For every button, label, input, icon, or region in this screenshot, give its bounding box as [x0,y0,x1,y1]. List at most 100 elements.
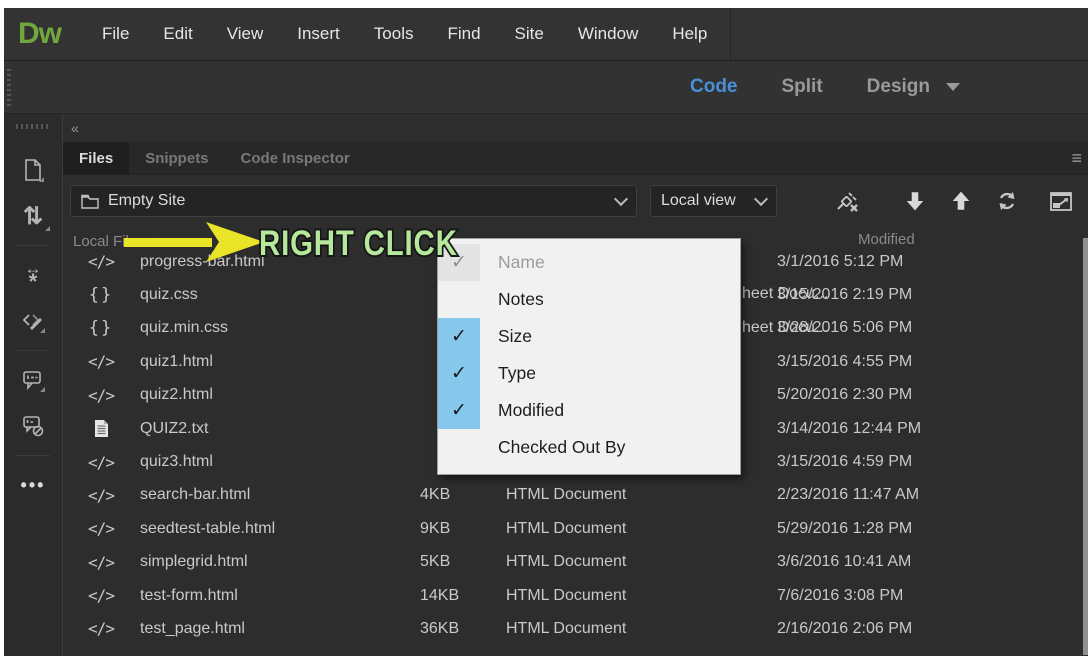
menu-find[interactable]: Find [430,24,497,44]
sidebar-divider [16,455,50,456]
sidebar-divider [16,245,50,246]
code-format-icon[interactable] [4,298,62,344]
code-file-icon: </> [88,519,115,539]
collapse-panel-icon[interactable]: « [71,120,79,136]
css-file-icon: {} [88,318,114,339]
tab-code-inspector[interactable]: Code Inspector [225,142,366,174]
file-type: HTML Document [506,519,627,537]
remove-comment-icon[interactable] [4,403,62,449]
menu-item-notes[interactable]: Notes [438,281,740,318]
menu-item-name: ✓ Name [438,244,740,281]
file-row[interactable]: </> test_page.html 36KB HTML Document 2/… [63,612,1088,645]
menu-bar: Dw File Edit View Insert Tools Find Site… [4,8,1088,61]
panel-menu-icon[interactable]: ≡ [1071,142,1082,174]
split-view-button[interactable]: Split [782,76,823,98]
file-type-truncated: heet Docu... [742,318,829,336]
file-row[interactable]: </> simplegrid.html 5KB HTML Document 3/… [63,546,1088,579]
design-view-label: Design [866,76,931,97]
file-modified: 3/6/2016 10:41 AM [777,553,912,571]
file-name: quiz3.html [140,453,213,471]
menu-help[interactable]: Help [655,24,724,44]
file-transfer-icon[interactable]: ⇅ [4,193,62,239]
chevron-down-icon [753,191,769,207]
checkmark-icon: ✓ [438,318,480,355]
file-modified: 5/29/2016 1:28 PM [777,519,913,537]
menu-item-size[interactable]: ✓ Size [438,318,740,355]
file-modified: 3/1/2016 5:12 PM [777,252,904,270]
file-size: 14KB [420,586,460,604]
code-view-button[interactable]: Code [690,76,738,98]
menu-item-type[interactable]: ✓ Type [438,355,740,392]
expand-panel-icon[interactable] [1049,189,1073,213]
checkmark-icon: ✓ [438,392,480,429]
code-file-icon: </> [88,385,115,405]
site-select-value: Empty Site [108,192,186,209]
vertical-scrollbar[interactable] [1083,238,1088,655]
file-type: HTML Document [506,486,627,504]
file-size: 5KB [420,553,451,571]
tab-files[interactable]: Files [63,142,130,174]
extend-manage-icon[interactable]: ↔ * [4,252,62,298]
menu-site[interactable]: Site [498,24,561,44]
tab-snippets[interactable]: Snippets [129,142,224,174]
code-file-icon: </> [88,352,115,372]
file-modified: 2/16/2016 2:06 PM [777,619,913,637]
checkbox-empty [438,281,480,318]
file-row[interactable]: </> search-bar.html 4KB HTML Document 2/… [63,479,1088,512]
dreamweaver-window: Dw File Edit View Insert Tools Find Site… [4,8,1088,656]
file-modified: 2/23/2016 11:47 AM [777,486,920,504]
apply-comment-icon[interactable] [4,357,62,403]
file-size: 36KB [420,619,460,637]
menubar-divider [730,8,732,60]
menu-view[interactable]: View [210,24,281,44]
new-document-icon[interactable] [4,147,62,193]
chevron-down-icon [613,191,629,207]
view-select[interactable]: Local view [650,185,777,217]
file-name: quiz.min.css [140,319,229,337]
code-file-icon: </> [88,552,115,572]
design-dropdown-icon[interactable] [946,83,961,91]
common-toolbar-sidebar: ⇅ ↔ * ••• [4,114,63,656]
column-modified[interactable]: Modified [858,231,915,248]
menu-window[interactable]: Window [561,24,655,44]
file-modified: 3/15/2016 4:59 PM [777,453,913,471]
sidebar-grip[interactable] [16,124,50,129]
menu-insert[interactable]: Insert [280,24,357,44]
connect-server-icon[interactable] [835,189,859,213]
menu-item-checked-out-by[interactable]: Checked Out By [438,429,740,466]
put-files-icon[interactable] [949,189,973,213]
file-name: seedtest-table.html [140,519,276,537]
annotation-arrow-head [206,222,264,262]
code-file-icon: </> [88,619,115,639]
more-tools-icon[interactable]: ••• [4,462,62,508]
file-row[interactable]: </> [63,646,1088,656]
menu-tools[interactable]: Tools [357,24,431,44]
text-file-icon [89,419,113,438]
site-select[interactable]: Empty Site [70,185,637,217]
file-name: quiz1.html [140,352,213,370]
refresh-icon[interactable] [995,189,1019,213]
file-name: quiz2.html [140,386,213,404]
file-modified: 7/6/2016 3:08 PM [777,586,904,604]
file-name: QUIZ2.txt [140,419,209,437]
dreamweaver-logo[interactable]: Dw [4,17,85,51]
file-type: HTML Document [506,619,627,637]
code-file-icon: </> [88,485,115,505]
folder-icon [81,194,99,209]
sidebar-divider [16,350,50,351]
design-view-button[interactable]: Design [866,76,961,98]
panel-tab-bar: Files Snippets Code Inspector ≡ [63,142,1088,175]
checkmark-icon: ✓ [438,355,480,392]
file-modified: 5/20/2016 2:30 PM [777,386,913,404]
menu-file[interactable]: File [85,24,146,44]
file-row[interactable]: </> seedtest-table.html 9KB HTML Documen… [63,512,1088,545]
css-file-icon: {} [88,285,114,306]
file-modified: 3/15/2016 4:55 PM [777,352,913,370]
menu-item-modified[interactable]: ✓ Modified [438,392,740,429]
annotation-label: RIGHT CLICK [259,224,458,263]
view-select-value: Local view [661,192,736,209]
file-row[interactable]: </> test-form.html 14KB HTML Document 7/… [63,579,1088,612]
menu-edit[interactable]: Edit [146,24,209,44]
get-files-icon[interactable] [903,189,927,213]
toolbar-grip[interactable] [7,69,11,107]
